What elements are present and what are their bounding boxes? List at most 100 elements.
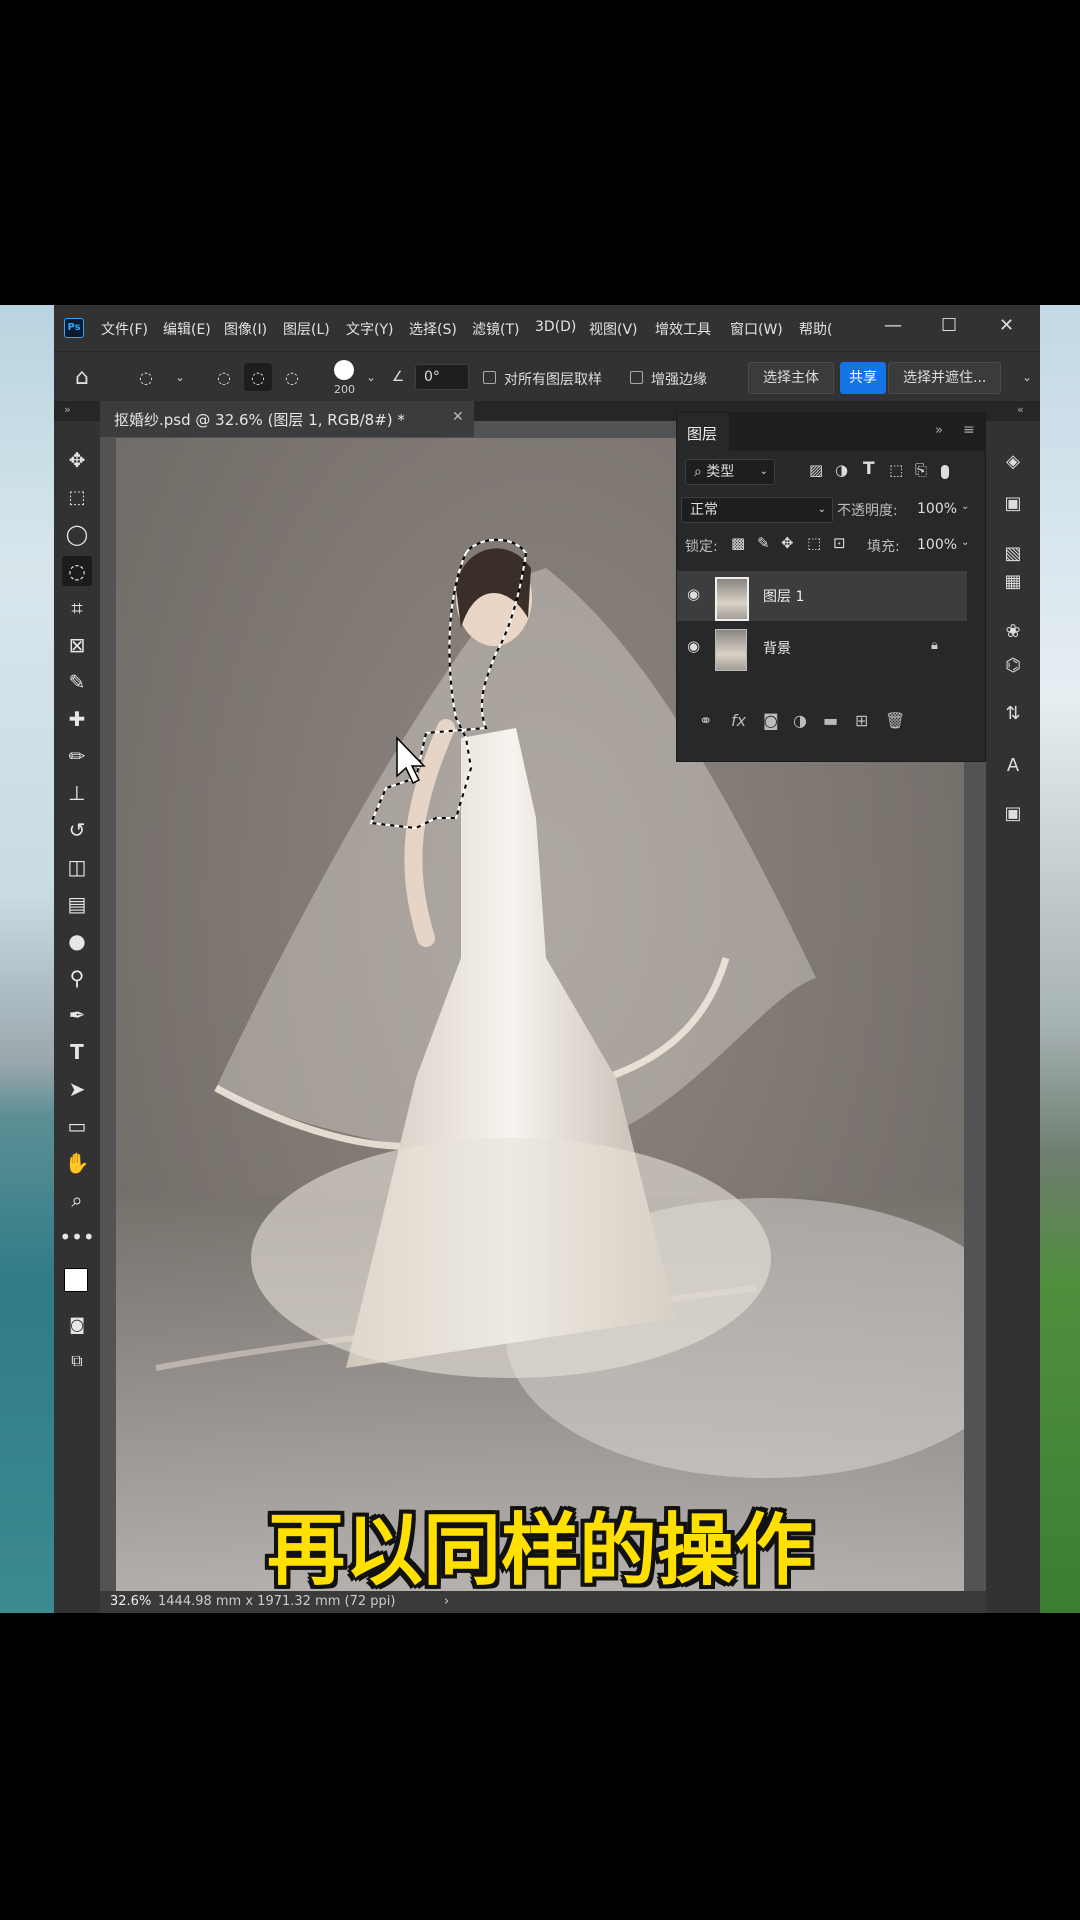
menu-image[interactable]: 图像(I): [224, 319, 267, 339]
add-mask-icon[interactable]: ◙: [763, 711, 779, 730]
clone-stamp-tool-icon[interactable]: ⊥: [62, 778, 92, 808]
brush-tool-icon[interactable]: ✏: [62, 741, 92, 771]
opacity-input[interactable]: 100%: [909, 497, 957, 521]
path-selection-tool-icon[interactable]: ➤: [62, 1074, 92, 1104]
share-button[interactable]: 共享: [840, 362, 886, 394]
panel-menu-icon[interactable]: ≡: [963, 422, 975, 438]
blend-mode-select[interactable]: 正常 ⌄: [681, 497, 833, 523]
layer-style-fx-icon[interactable]: fx: [731, 711, 746, 730]
lasso-tool-icon[interactable]: ◯: [62, 519, 92, 549]
history-panel-icon[interactable]: ⇅: [999, 699, 1027, 727]
character-panel-icon[interactable]: A: [999, 751, 1027, 779]
close-button[interactable]: ✕: [999, 315, 1014, 336]
fill-chevron-down-icon[interactable]: ⌄: [961, 537, 969, 548]
menu-type[interactable]: 文字(Y): [346, 319, 393, 339]
quick-selection-tool-icon[interactable]: ◌: [62, 556, 92, 586]
dodge-tool-icon[interactable]: ⚲: [62, 963, 92, 993]
opacity-chevron-down-icon[interactable]: ⌄: [961, 501, 969, 512]
pen-tool-icon[interactable]: ✒: [62, 1000, 92, 1030]
lock-position-icon[interactable]: ✥: [781, 534, 794, 552]
eyedropper-tool-icon[interactable]: ✎: [62, 667, 92, 697]
close-document-icon[interactable]: ✕: [452, 409, 464, 425]
new-layer-icon[interactable]: ⊞: [855, 711, 868, 730]
filter-pixel-icon[interactable]: ▨: [809, 461, 823, 479]
lock-transparency-icon[interactable]: ▩: [731, 534, 745, 552]
adjustment-layer-icon[interactable]: ◑: [793, 711, 807, 730]
blur-tool-icon[interactable]: ●: [62, 926, 92, 956]
add-to-selection-icon[interactable]: ◌: [244, 363, 272, 391]
marquee-tool-icon[interactable]: ⬚: [62, 482, 92, 512]
expand-toolbar-icon[interactable]: »: [64, 403, 71, 416]
menu-3d[interactable]: 3D(D): [535, 319, 576, 335]
sample-all-layers-checkbox[interactable]: [483, 371, 496, 384]
layers-panel-icon[interactable]: ◈: [999, 447, 1027, 475]
select-and-mask-button[interactable]: 选择并遮住...: [888, 362, 1002, 394]
subtract-from-selection-icon[interactable]: ◌: [278, 363, 306, 391]
quick-selection-preset-icon[interactable]: ◌: [132, 363, 160, 391]
brush-preview-icon[interactable]: [334, 360, 354, 380]
menu-view[interactable]: 视图(V): [589, 319, 638, 339]
crop-tool-icon[interactable]: ⌗: [62, 593, 92, 623]
move-tool-icon[interactable]: ✥: [62, 445, 92, 475]
lock-artboard-icon[interactable]: ⬚: [807, 534, 821, 552]
layer-row-layer1[interactable]: ◉ 图层 1: [677, 571, 967, 621]
channels-panel-icon[interactable]: ❀: [999, 617, 1027, 645]
paths-panel-icon[interactable]: ⌬: [999, 651, 1027, 679]
type-tool-icon[interactable]: T: [62, 1037, 92, 1067]
history-brush-tool-icon[interactable]: ↺: [62, 815, 92, 845]
maximize-button[interactable]: ☐: [941, 315, 957, 336]
collapse-panel-icon[interactable]: »: [935, 423, 943, 438]
frame-tool-icon[interactable]: ⊠: [62, 630, 92, 660]
healing-brush-tool-icon[interactable]: ✚: [62, 704, 92, 734]
lock-image-icon[interactable]: ✎: [757, 534, 770, 552]
enhance-edge-checkbox[interactable]: [630, 371, 643, 384]
hand-tool-icon[interactable]: ✋: [62, 1148, 92, 1178]
layer-row-background[interactable]: ◉ 背景 🔒︎: [677, 623, 967, 673]
new-group-icon[interactable]: ▬: [823, 711, 838, 730]
collapse-panels-icon[interactable]: «: [1017, 403, 1024, 416]
options-chevron-down-icon[interactable]: ⌄: [1013, 363, 1041, 391]
fill-input[interactable]: 100%: [909, 533, 957, 557]
delete-layer-icon[interactable]: 🗑︎: [885, 711, 905, 730]
layer-name[interactable]: 背景: [763, 638, 791, 658]
menu-layer[interactable]: 图层(L): [283, 319, 330, 339]
filter-kind-select[interactable]: ⌕ 类型 ⌄: [685, 459, 775, 485]
gradients-panel-icon[interactable]: ▧: [999, 539, 1027, 567]
layer-name[interactable]: 图层 1: [763, 586, 804, 606]
rectangle-tool-icon[interactable]: ▭: [62, 1111, 92, 1141]
document-tab[interactable]: 抠婚纱.psd @ 32.6% (图层 1, RGB/8#) * ✕: [100, 401, 474, 437]
menu-plugins[interactable]: 增效工具: [655, 319, 711, 339]
angle-input[interactable]: 0°: [415, 364, 469, 390]
filter-shape-icon[interactable]: ⬚: [889, 461, 903, 479]
brush-chevron-down-icon[interactable]: ⌄: [357, 363, 385, 391]
lock-all-icon[interactable]: ⊡: [833, 534, 846, 552]
select-subject-button[interactable]: 选择主体: [748, 362, 834, 394]
minimize-button[interactable]: —: [884, 315, 902, 336]
home-icon[interactable]: ⌂: [68, 363, 96, 391]
filter-type-icon[interactable]: T: [863, 459, 875, 479]
image-panel-icon[interactable]: ▣: [999, 489, 1027, 517]
gradient-tool-icon[interactable]: ▤: [62, 889, 92, 919]
filter-adjustment-icon[interactable]: ◑: [835, 461, 848, 479]
menu-help[interactable]: 帮助(: [799, 319, 832, 339]
more-tools-icon[interactable]: •••: [59, 1222, 94, 1252]
libraries-panel-icon[interactable]: ▣: [999, 799, 1027, 827]
eraser-tool-icon[interactable]: ◫: [62, 852, 92, 882]
menu-file[interactable]: 文件(F): [101, 319, 148, 339]
visibility-eye-icon[interactable]: ◉: [687, 585, 700, 603]
menu-window[interactable]: 窗口(W): [730, 319, 783, 339]
foreground-color-swatch[interactable]: [64, 1268, 88, 1292]
filter-toggle-icon[interactable]: [941, 465, 949, 479]
menu-filter[interactable]: 滤镜(T): [472, 319, 519, 339]
patterns-panel-icon[interactable]: ▦: [999, 567, 1027, 595]
new-selection-icon[interactable]: ◌: [210, 363, 238, 391]
screen-mode-icon[interactable]: ⧉: [62, 1346, 92, 1376]
layers-tab[interactable]: 图层: [677, 413, 729, 451]
preset-chevron-down-icon[interactable]: ⌄: [166, 363, 194, 391]
filter-smart-object-icon[interactable]: ⎘: [915, 461, 927, 479]
link-layers-icon[interactable]: ⚭: [699, 711, 712, 730]
menu-edit[interactable]: 编辑(E): [163, 319, 211, 339]
zoom-tool-icon[interactable]: ⌕: [62, 1185, 92, 1215]
quick-mask-icon[interactable]: ◙: [62, 1309, 92, 1339]
visibility-eye-icon[interactable]: ◉: [687, 637, 700, 655]
